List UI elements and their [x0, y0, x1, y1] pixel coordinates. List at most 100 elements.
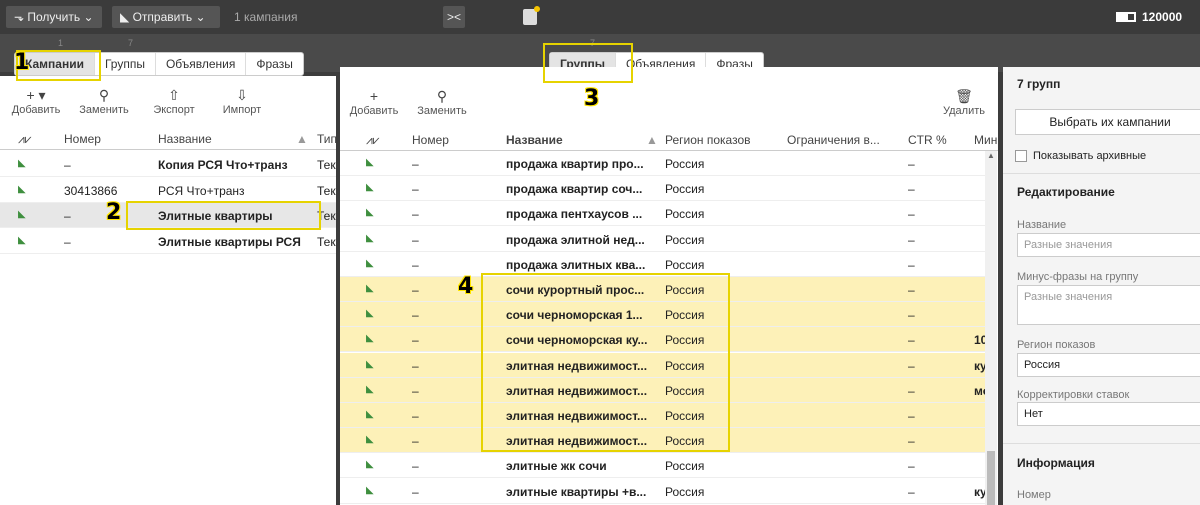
add-label: Добавить	[349, 105, 399, 117]
tab-count: 1	[58, 38, 64, 48]
battery-icon	[1116, 12, 1136, 22]
row-ctr: –	[908, 484, 915, 499]
row-number: –	[64, 234, 71, 249]
tab-ads[interactable]: Объявления	[156, 53, 247, 75]
row-ctr: –	[908, 257, 915, 272]
row-region: Россия	[665, 484, 705, 499]
column-number[interactable]: Номер	[64, 132, 101, 146]
row-ctr: –	[908, 232, 915, 247]
show-archived-checkbox[interactable]	[1015, 150, 1027, 162]
tab-count: 7	[128, 38, 134, 48]
receive-label: Получить	[27, 10, 81, 24]
flag-icon: ◣	[366, 383, 374, 395]
row-name: элитные квартиры +в...	[506, 484, 647, 499]
plus-icon: +	[369, 88, 379, 104]
send-icon: ◣	[120, 10, 130, 24]
scrollbar-thumb[interactable]	[987, 451, 995, 505]
column-ctr[interactable]: CTR %	[908, 133, 947, 147]
annotation-number: 1	[14, 50, 30, 75]
row-ctr: –	[908, 459, 915, 474]
flag-icon: ◣	[366, 333, 374, 345]
table-row[interactable]: ◣ – продажа квартир соч... Россия –	[340, 176, 985, 202]
row-name: продажа элитных ква...	[506, 257, 646, 272]
notification-dot	[534, 6, 540, 12]
minus-phrases-field[interactable]: Разные значения	[1017, 285, 1200, 325]
film-icon[interactable]	[523, 6, 540, 25]
table-row[interactable]: ◣ – Элитные квартиры РСЯ Тек	[0, 229, 336, 254]
row-type: Тек	[317, 234, 336, 249]
bid-adjustments-field[interactable]: Нет	[1017, 402, 1200, 426]
table-row[interactable]: ◣ – Копия РСЯ Что+транз Тек	[0, 152, 336, 177]
flag-icon: ◣	[366, 207, 374, 219]
flag-icon: ◣	[366, 409, 374, 420]
row-ctr: –	[908, 182, 915, 197]
column-region[interactable]: Регион показов	[665, 133, 751, 147]
import-button[interactable]: ⇩ Импорт	[212, 86, 272, 116]
column-limits[interactable]: Ограничения в...	[787, 133, 893, 147]
row-number: 30413866	[64, 183, 118, 198]
row-type: Тек	[317, 183, 336, 198]
name-label: Название	[1017, 219, 1067, 231]
flag-icon: ◣	[366, 257, 374, 269]
row-type: Тек	[317, 158, 336, 172]
import-icon: ⇩	[236, 87, 248, 103]
name-field[interactable]: Разные значения	[1017, 233, 1200, 257]
replace-button[interactable]: ⚲ Заменить	[74, 86, 134, 116]
campaigns-toolbar: + ▾ Добавить ⚲ Заменить ⇧ Экспорт ⇩ Импо…	[0, 76, 336, 126]
replace-button[interactable]: ⚲ Заменить	[412, 87, 472, 117]
annotation-number: 4	[458, 274, 474, 299]
sort-icon[interactable]: ▲	[646, 133, 658, 147]
table-row[interactable]: ◣ 30413866 РСЯ Что+транз Тек	[0, 178, 336, 203]
row-ctr: –	[908, 358, 915, 373]
row-number: –	[412, 409, 419, 423]
chevron-down-icon: ⌄	[83, 10, 94, 24]
flag-icon: ◣	[366, 283, 374, 294]
scrollbar[interactable]: ▲	[985, 151, 997, 505]
region-label: Регион показов	[1017, 339, 1096, 351]
delete-button[interactable]: 🗑 Удалить	[934, 87, 994, 117]
row-number: –	[412, 308, 419, 323]
send-button[interactable]: ◣ Отправить ⌄	[112, 6, 220, 28]
table-row[interactable]: ◣ – продажа пентхаусов ... Россия –	[340, 201, 985, 227]
row-number: –	[412, 157, 419, 171]
table-row[interactable]: ◣ – продажа элитной нед... Россия –	[340, 227, 985, 252]
row-region: Россия	[665, 459, 705, 474]
export-button[interactable]: ⇧ Экспорт	[144, 86, 204, 116]
row-region: Россия	[665, 257, 705, 272]
minus-phrases-label: Минус-фразы на группу	[1017, 271, 1139, 283]
row-number: –	[412, 182, 419, 197]
column-name[interactable]: Название	[158, 132, 212, 146]
add-campaign-button[interactable]: + ▾ Добавить	[6, 86, 66, 116]
export-icon: ⇧	[168, 87, 180, 103]
row-number: –	[412, 459, 419, 474]
column-number[interactable]: Номер	[412, 133, 449, 147]
column-type[interactable]: Тип	[317, 132, 337, 146]
status-column-icon[interactable]: ⩘⩗	[366, 133, 380, 148]
info-heading: Информация	[1017, 456, 1095, 470]
add-group-button[interactable]: + Добавить	[344, 87, 404, 117]
row-number: –	[412, 333, 419, 348]
row-number: –	[412, 383, 419, 398]
row-number: –	[412, 257, 419, 272]
table-row[interactable]: ◣ – элитные квартиры +в... Россия – ку	[340, 479, 986, 504]
tab-phrases[interactable]: Фразы	[246, 53, 302, 75]
table-row[interactable]: ◣ – элитные жк сочи Россия –	[340, 453, 985, 479]
delete-label: Удалить	[943, 105, 985, 117]
chevron-down-icon: ⌄	[195, 10, 206, 24]
row-region: Россия	[665, 182, 705, 197]
column-name[interactable]: Название	[506, 133, 563, 147]
status-column-icon[interactable]: ⩘⩗	[18, 132, 32, 147]
sort-icon[interactable]: ▲	[296, 132, 308, 146]
select-campaigns-button[interactable]: Выбрать их кампании	[1015, 109, 1200, 135]
import-label: Импорт	[222, 104, 262, 116]
table-row[interactable]: ◣ – продажа квартир про... Россия –	[340, 151, 985, 176]
receive-button[interactable]: ⬎ Получить ⌄	[6, 6, 102, 28]
flag-icon: ◣	[18, 158, 26, 169]
region-field[interactable]: Россия	[1017, 353, 1200, 377]
edit-heading: Редактирование	[1017, 185, 1115, 199]
tab-groups[interactable]: Группы	[95, 53, 156, 75]
collapse-panels-icon[interactable]: ><	[443, 6, 465, 28]
search-icon: ⚲	[436, 88, 448, 104]
column-min[interactable]: Мин	[974, 133, 998, 147]
scroll-up-icon[interactable]: ▲	[985, 151, 997, 163]
